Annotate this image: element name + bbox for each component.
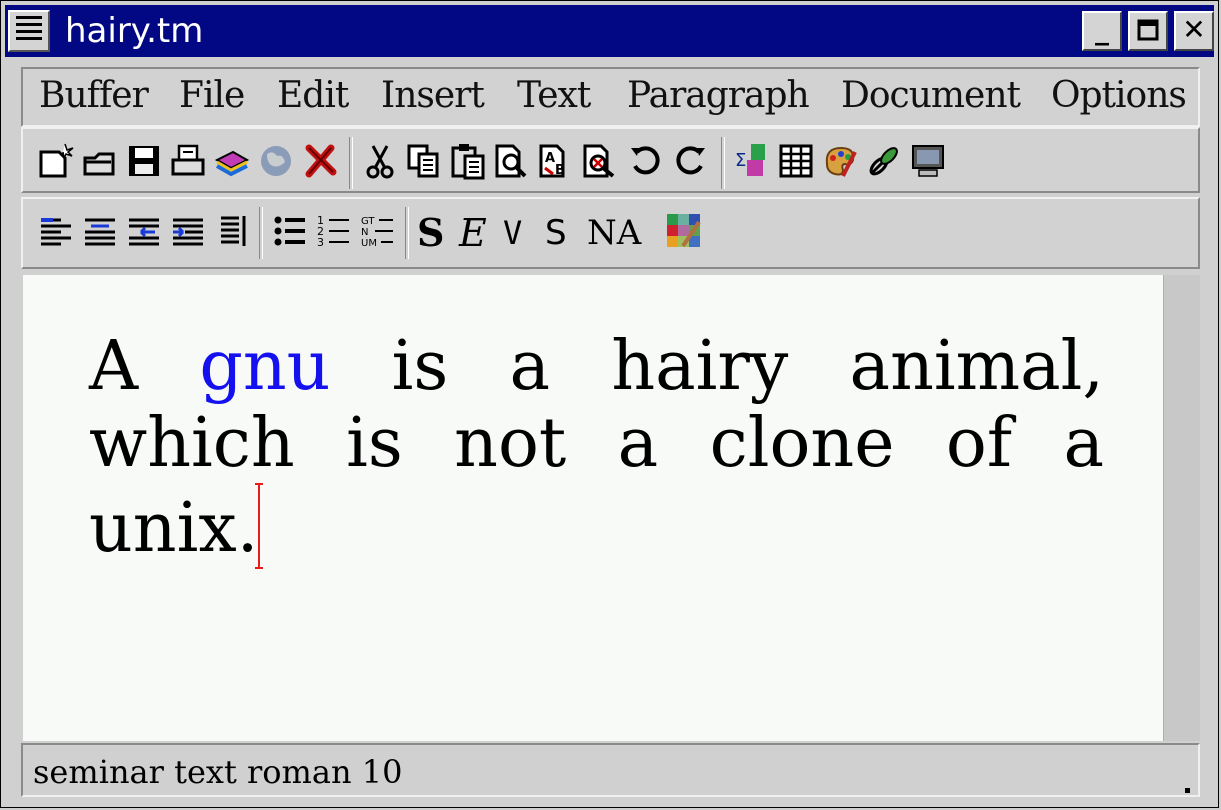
word: is xyxy=(391,327,449,406)
color-picker-icon[interactable] xyxy=(665,212,703,250)
word: a xyxy=(1063,404,1104,483)
status-indicator xyxy=(1185,788,1190,793)
highlighted-word: gnu xyxy=(199,327,331,406)
word: which xyxy=(89,404,295,483)
align-left-icon[interactable] xyxy=(37,212,75,250)
new-document-icon[interactable] xyxy=(37,142,75,180)
text-line: unix. xyxy=(89,483,1104,569)
word: of xyxy=(945,404,1013,483)
word: is xyxy=(346,404,403,483)
print-icon[interactable] xyxy=(169,142,207,180)
description-list-icon[interactable]: GTNUM xyxy=(359,212,397,250)
toolbar-separator xyxy=(405,207,409,259)
find-icon[interactable] xyxy=(493,142,531,180)
text-line: A gnu is a hairy animal, xyxy=(89,329,1104,405)
menu-text[interactable]: Text xyxy=(517,75,591,116)
align-center-icon[interactable] xyxy=(81,212,119,250)
sans-serif-button[interactable]: S xyxy=(545,213,567,253)
save-icon[interactable] xyxy=(125,142,163,180)
menu-file[interactable]: File xyxy=(179,75,245,116)
link-icon[interactable] xyxy=(865,142,903,180)
vertical-scrollbar[interactable] xyxy=(1163,275,1200,741)
svg-text:N: N xyxy=(361,227,368,238)
name-button[interactable]: NA xyxy=(587,213,641,253)
document-canvas[interactable]: A gnu is a hairy animal, which is not a … xyxy=(23,275,1163,741)
window-title: hairy.tm xyxy=(65,11,204,51)
close-x-icon[interactable] xyxy=(301,142,339,180)
editor-window: hairy.tm _ ✕ Buffer File Edit Insert Tex… xyxy=(0,0,1219,808)
menu-paragraph[interactable]: Paragraph xyxy=(627,75,810,116)
word: hairy xyxy=(611,327,789,406)
menu-options[interactable]: Options xyxy=(1051,75,1187,116)
image-palette-icon[interactable] xyxy=(821,142,859,180)
word: unix. xyxy=(89,489,259,568)
word: a xyxy=(509,327,551,406)
toolbar-separator xyxy=(349,137,353,189)
spell-check-icon[interactable] xyxy=(581,142,619,180)
menu-edit[interactable]: Edit xyxy=(277,75,349,116)
svg-text:Σ: Σ xyxy=(735,150,746,171)
document-text[interactable]: A gnu is a hairy animal, which is not a … xyxy=(89,329,1104,569)
emphasize-button[interactable]: E xyxy=(459,213,487,253)
align-right-icon[interactable] xyxy=(125,212,163,250)
word: not xyxy=(454,404,567,483)
copy-icon[interactable] xyxy=(405,142,443,180)
minimize-button[interactable]: _ xyxy=(1082,11,1122,51)
globe-icon[interactable] xyxy=(257,142,295,180)
toolbar-separator xyxy=(721,137,725,189)
toolbar-separator xyxy=(259,207,263,259)
session-computer-icon[interactable] xyxy=(909,142,947,180)
undo-icon[interactable] xyxy=(627,142,665,180)
strong-button[interactable]: S xyxy=(417,213,444,253)
paste-icon[interactable] xyxy=(449,142,487,180)
word: a xyxy=(617,404,659,483)
status-text: seminar text roman 10 xyxy=(33,753,403,791)
replace-icon[interactable]: AB xyxy=(537,142,575,180)
menu-buffer[interactable]: Buffer xyxy=(39,75,149,116)
svg-text:GT: GT xyxy=(361,216,375,227)
redo-icon[interactable] xyxy=(671,142,709,180)
title-bar[interactable]: hairy.tm _ ✕ xyxy=(5,5,1214,57)
maximize-button[interactable] xyxy=(1128,11,1168,51)
cut-icon[interactable] xyxy=(361,142,399,180)
menu-document[interactable]: Document xyxy=(841,75,1021,116)
menu-insert[interactable]: Insert xyxy=(381,75,485,116)
books-icon[interactable] xyxy=(213,142,251,180)
numbered-list-icon[interactable]: 123 xyxy=(315,212,353,250)
maximize-icon xyxy=(1137,19,1159,41)
align-full-icon[interactable] xyxy=(213,212,251,250)
text-line: which is not a clone of a xyxy=(89,406,1104,482)
bullet-list-icon[interactable] xyxy=(271,212,309,250)
status-bar: seminar text roman 10 xyxy=(21,743,1200,797)
svg-text:UM: UM xyxy=(361,238,377,249)
close-button[interactable]: ✕ xyxy=(1174,11,1214,51)
menu-bar: Buffer File Edit Insert Text Paragraph D… xyxy=(21,67,1200,127)
word: clone xyxy=(709,404,895,483)
insert-math-icon[interactable]: Σ xyxy=(733,142,771,180)
word: A xyxy=(89,327,139,406)
svg-text:B: B xyxy=(555,163,565,178)
text-cursor xyxy=(255,483,264,569)
format-toolbar: 123 GT N UM S E V S NA xyxy=(21,197,1200,269)
window-menu-icon[interactable] xyxy=(8,10,50,52)
justify-icon[interactable] xyxy=(169,212,207,250)
open-folder-icon[interactable] xyxy=(81,142,119,180)
table-icon[interactable] xyxy=(777,142,815,180)
svg-text:3: 3 xyxy=(317,236,324,249)
svg-text:A: A xyxy=(545,151,555,166)
main-toolbar: AB Σ xyxy=(21,127,1200,193)
verbatim-button[interactable]: V xyxy=(503,213,522,253)
word: animal, xyxy=(849,327,1105,406)
